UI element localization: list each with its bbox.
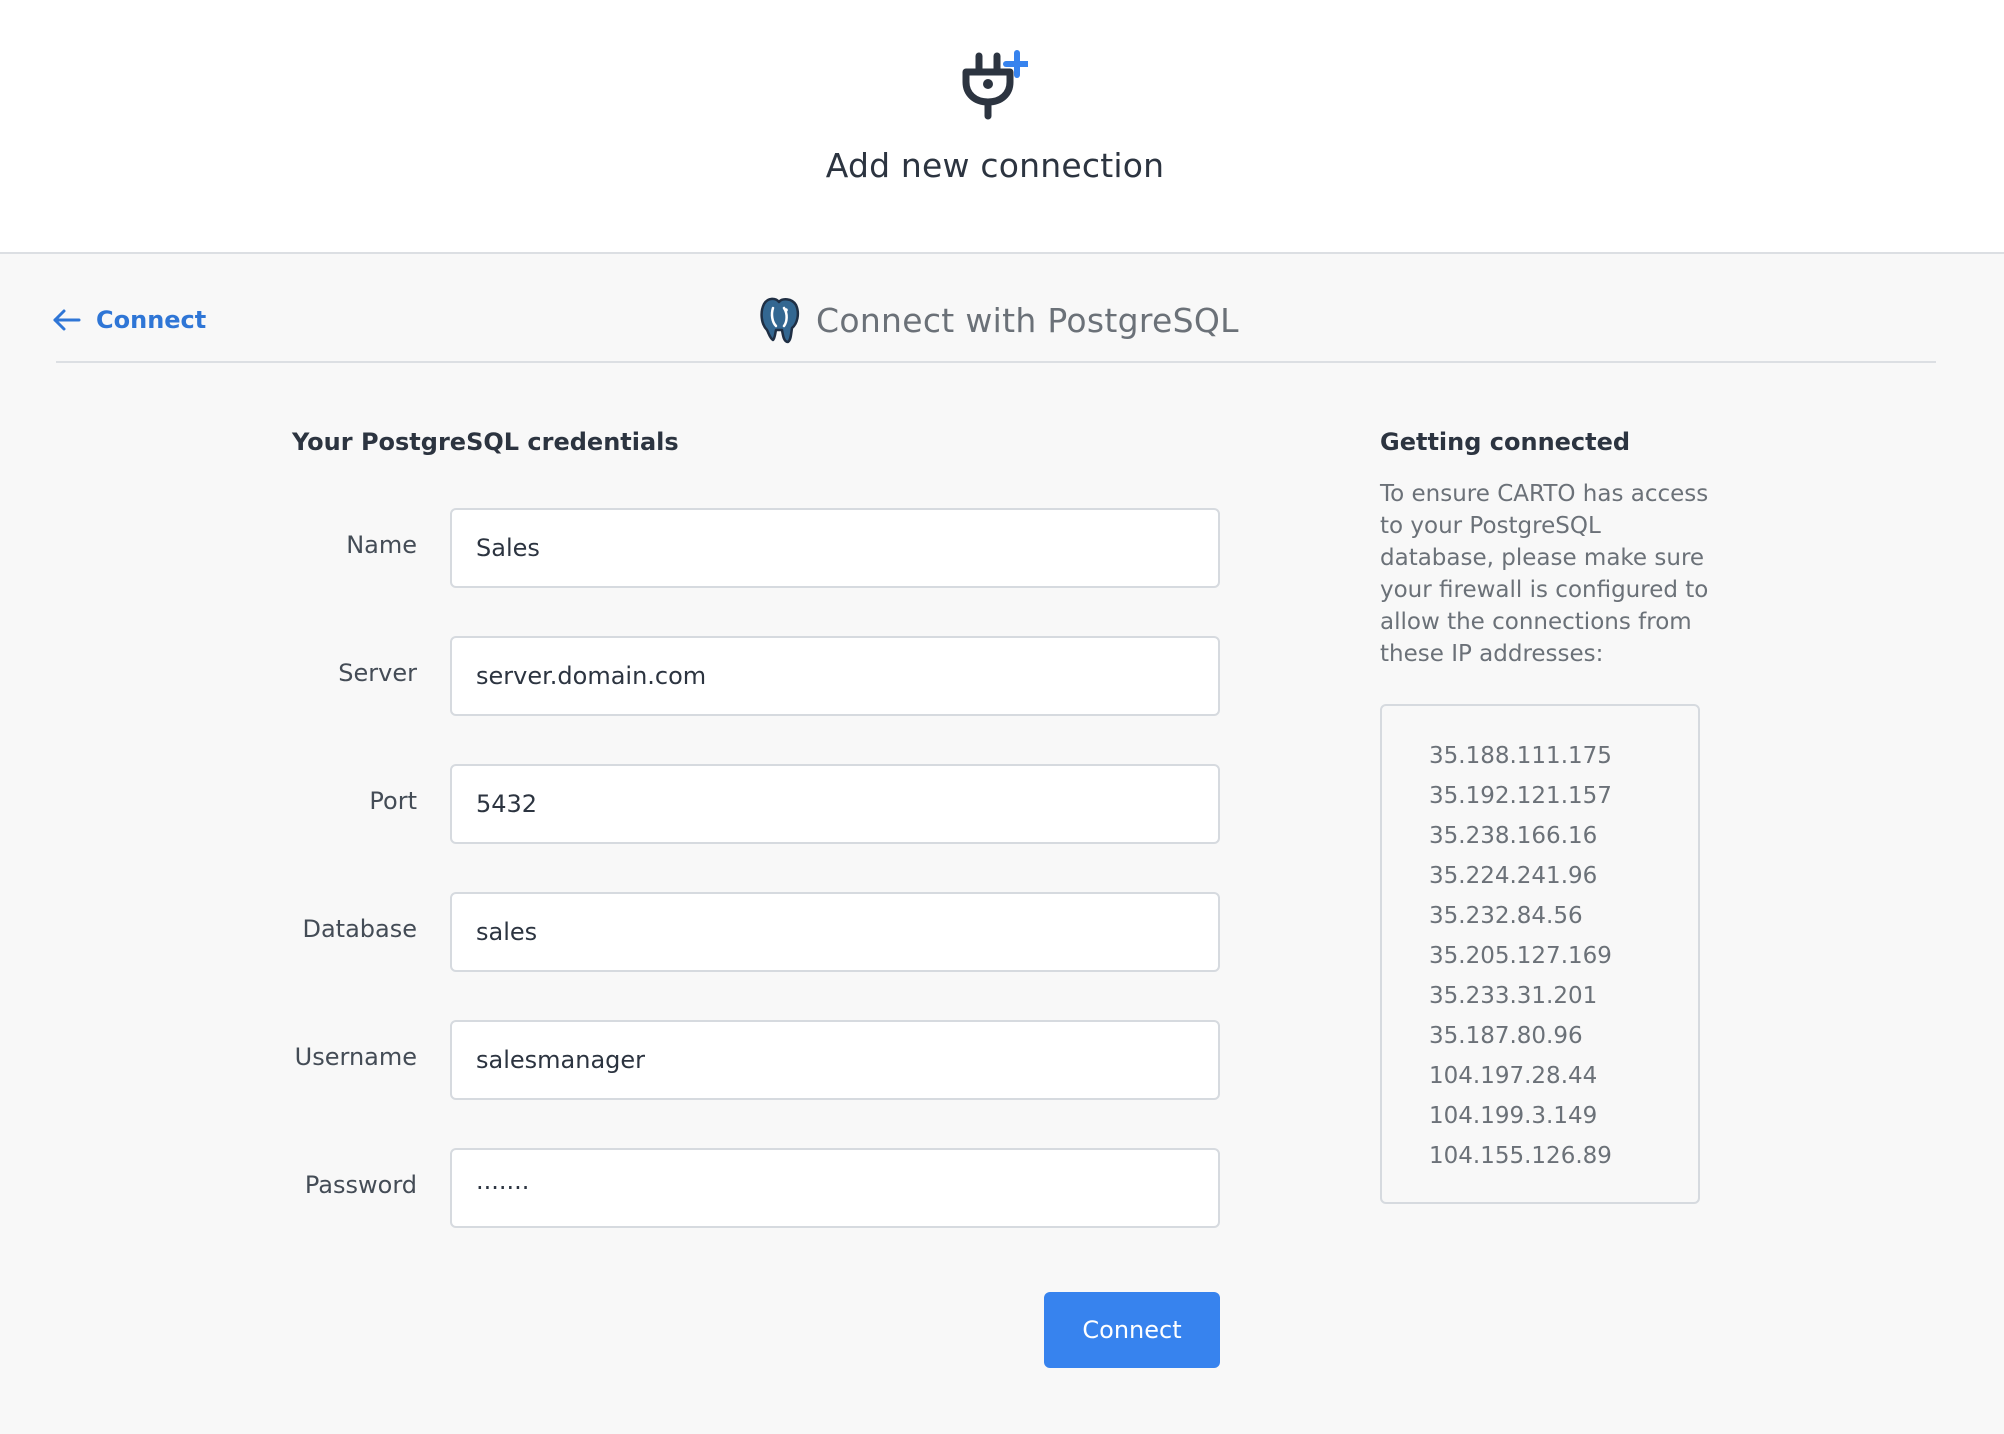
server-input[interactable] <box>450 636 1220 716</box>
connect-button[interactable]: Connect <box>1044 1292 1220 1368</box>
ip-address: 35.224.241.96 <box>1429 863 1598 889</box>
ip-address: 35.233.31.201 <box>1429 983 1598 1009</box>
password-input[interactable] <box>450 1148 1220 1228</box>
page-header: Add new connection <box>0 0 2004 254</box>
back-label: Connect <box>96 306 207 334</box>
ip-address: 35.232.84.56 <box>1429 903 1583 929</box>
connector-header: Connect with PostgreSQL <box>756 294 1239 346</box>
username-input[interactable] <box>450 1020 1220 1100</box>
ip-address: 104.199.3.149 <box>1429 1103 1598 1129</box>
form-heading: Your PostgreSQL credentials <box>292 428 679 456</box>
password-label: Password <box>304 1171 417 1199</box>
connector-title: Connect with PostgreSQL <box>816 300 1239 340</box>
ip-address: 104.197.28.44 <box>1429 1063 1598 1089</box>
name-input[interactable] <box>450 508 1220 588</box>
ip-address-list: 35.188.111.175 35.192.121.157 35.238.166… <box>1380 704 1700 1204</box>
divider <box>56 361 1936 363</box>
name-label: Name <box>346 531 417 559</box>
page-title: Add new connection <box>825 146 1165 185</box>
arrow-left-icon <box>53 309 81 331</box>
help-heading: Getting connected <box>1380 428 1631 456</box>
ip-address: 35.238.166.16 <box>1429 823 1598 849</box>
ip-address: 35.188.111.175 <box>1429 743 1612 769</box>
server-label: Server <box>338 659 417 687</box>
help-text: To ensure CARTO has access to your Postg… <box>1380 481 1709 667</box>
plug-add-icon <box>962 50 1028 120</box>
username-label: Username <box>294 1043 417 1071</box>
ip-address: 35.205.127.169 <box>1429 943 1612 969</box>
back-button[interactable]: Connect <box>52 302 206 338</box>
ip-address: 104.155.126.89 <box>1429 1143 1612 1169</box>
database-input[interactable] <box>450 892 1220 972</box>
postgresql-elephant-icon <box>760 297 800 344</box>
ip-address: 35.187.80.96 <box>1429 1023 1583 1049</box>
port-input[interactable] <box>450 764 1220 844</box>
port-label: Port <box>369 787 417 815</box>
ip-address: 35.192.121.157 <box>1429 783 1612 809</box>
database-label: Database <box>302 915 417 943</box>
